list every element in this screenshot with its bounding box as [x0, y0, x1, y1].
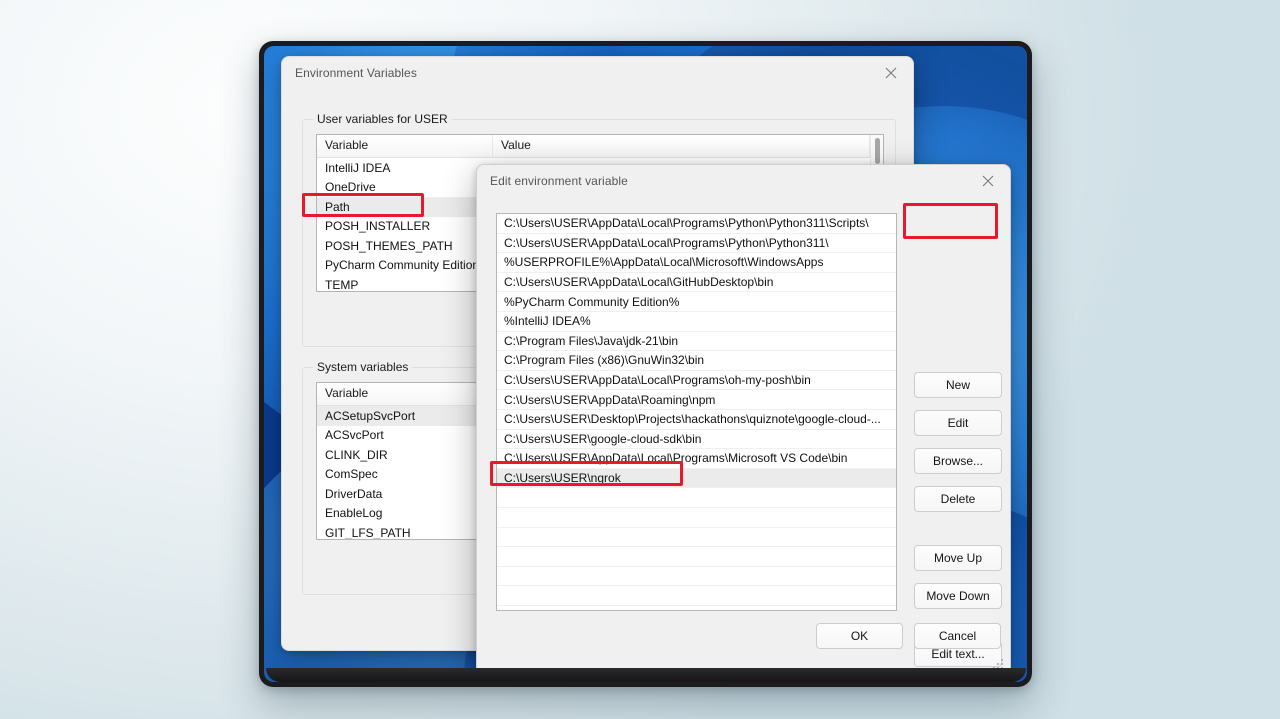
cell-variable: IntelliJ IDEA — [325, 160, 391, 175]
cell-variable: DriverData — [325, 486, 383, 501]
cancel-button[interactable]: Cancel — [914, 623, 1001, 649]
path-entry-row[interactable]: %IntelliJ IDEA% — [497, 312, 896, 332]
browse-button[interactable]: Browse... — [914, 448, 1002, 474]
path-entry-row[interactable]: C:\Program Files (x86)\GnuWin32\bin — [497, 351, 896, 371]
path-entry-empty-row[interactable] — [497, 606, 896, 610]
path-entry-row[interactable]: C:\Users\USER\ngrok — [497, 468, 896, 489]
column-header-variable[interactable]: Variable — [317, 135, 493, 157]
path-entry-row[interactable]: C:\Users\USER\AppData\Local\Programs\Mic… — [497, 449, 896, 469]
new-button[interactable]: New — [914, 372, 1002, 398]
screen: Environment Variables User variables for… — [264, 46, 1027, 682]
path-entry-empty-row[interactable] — [497, 567, 896, 587]
cell-variable: CLINK_DIR — [325, 447, 388, 462]
env-dialog-close-button[interactable] — [869, 57, 913, 88]
cell-variable: ACSvcPort — [325, 428, 384, 443]
path-entry-empty-row[interactable] — [497, 488, 896, 508]
path-entry-empty-row[interactable] — [497, 547, 896, 567]
edit-dialog-titlebar[interactable]: Edit environment variable — [477, 165, 1010, 197]
edit-button[interactable]: Edit — [914, 410, 1002, 436]
env-dialog-title: Environment Variables — [295, 66, 417, 80]
path-entry-row[interactable]: C:\Users\USER\Desktop\Projects\hackathon… — [497, 410, 896, 430]
path-entry-row[interactable]: C:\Users\USER\AppData\Local\Programs\Pyt… — [497, 234, 896, 254]
env-dialog-titlebar[interactable]: Environment Variables — [282, 57, 913, 89]
cell-variable: GIT_LFS_PATH — [325, 525, 411, 540]
path-entry-empty-row[interactable] — [497, 508, 896, 528]
ok-button[interactable]: OK — [816, 623, 903, 649]
monitor-base — [266, 668, 1026, 682]
cell-variable: OneDrive — [325, 180, 376, 195]
cell-variable: POSH_THEMES_PATH — [325, 238, 453, 253]
edit-dialog-close-button[interactable] — [966, 165, 1010, 196]
user-variables-legend: User variables for USER — [313, 112, 452, 126]
edit-dialog-title: Edit environment variable — [490, 174, 628, 188]
edit-environment-variable-dialog: Edit environment variable C:\Users\USER\… — [476, 164, 1011, 676]
path-entry-empty-row[interactable] — [497, 586, 896, 606]
cell-variable: TEMP — [325, 277, 359, 292]
path-entry-row[interactable]: %PyCharm Community Edition% — [497, 292, 896, 312]
path-entry-row[interactable]: C:\Users\USER\google-cloud-sdk\bin — [497, 430, 896, 450]
column-header-value[interactable]: Value — [493, 135, 870, 157]
column-header-variable[interactable]: Variable — [317, 383, 493, 405]
cell-variable: Path — [325, 199, 350, 214]
scrollbar-thumb[interactable] — [875, 138, 880, 164]
path-entries-list[interactable]: C:\Users\USER\AppData\Local\Programs\Pyt… — [496, 213, 897, 611]
delete-button[interactable]: Delete — [914, 486, 1002, 512]
cell-variable: EnableLog — [325, 506, 383, 521]
path-entry-empty-row[interactable] — [497, 528, 896, 548]
path-entry-row[interactable]: C:\Users\USER\AppData\Roaming\npm — [497, 390, 896, 410]
cell-variable: POSH_INSTALLER — [325, 219, 431, 234]
cell-variable: ACSetupSvcPort — [325, 408, 416, 423]
user-variables-header-row: Variable Value — [317, 135, 870, 158]
path-entry-row[interactable]: C:\Users\USER\AppData\Local\Programs\oh-… — [497, 371, 896, 391]
path-entry-row[interactable]: %USERPROFILE%\AppData\Local\Microsoft\Wi… — [497, 253, 896, 273]
close-icon — [982, 175, 994, 186]
cell-variable: ComSpec — [325, 467, 378, 482]
path-entry-row[interactable]: C:\Users\USER\AppData\Local\GitHubDeskto… — [497, 273, 896, 293]
system-variables-legend: System variables — [313, 360, 413, 374]
move-down-button[interactable]: Move Down — [914, 583, 1002, 609]
cell-variable: PyCharm Community Edition — [325, 258, 480, 273]
close-icon — [885, 67, 897, 78]
move-up-button[interactable]: Move Up — [914, 545, 1002, 571]
path-entry-row[interactable]: C:\Users\USER\AppData\Local\Programs\Pyt… — [497, 214, 896, 234]
path-entry-row[interactable]: C:\Program Files\Java\jdk-21\bin — [497, 332, 896, 352]
monitor-frame: Environment Variables User variables for… — [259, 41, 1032, 687]
